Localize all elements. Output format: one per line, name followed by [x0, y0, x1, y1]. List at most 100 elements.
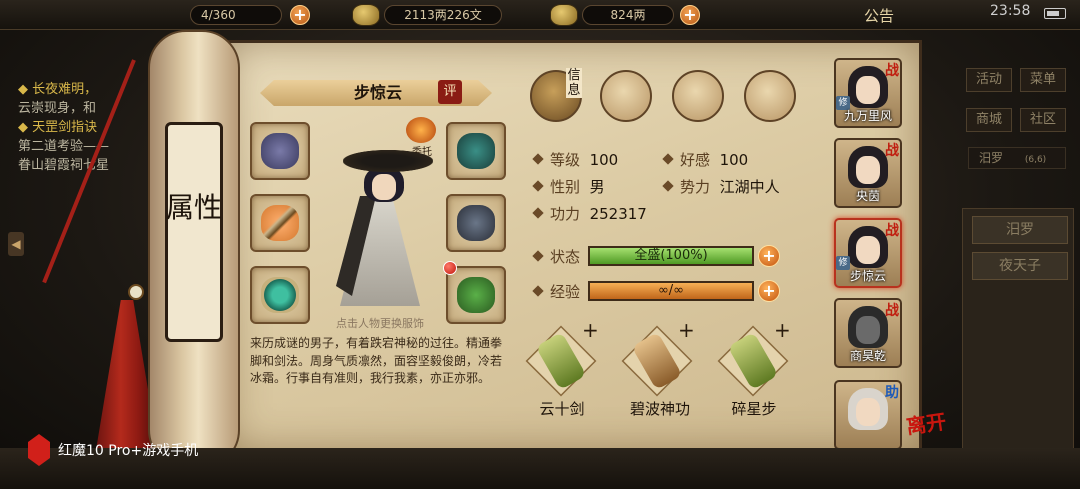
power-value: 252317	[589, 205, 647, 223]
hero-tag: 战	[885, 223, 899, 239]
diamond-icon	[532, 153, 544, 165]
money-display: 2113两226文	[384, 5, 502, 25]
game-screen: 4/360 + 2113两226文 824两 + 公告 23:58 ◆ 长夜难明…	[0, 0, 1080, 489]
favor-label: 好感	[680, 151, 711, 169]
activity-button[interactable]: 活动	[966, 68, 1012, 92]
location-display: 汨罗 (6,6)	[968, 147, 1066, 169]
status-text: 全盛(100%)	[634, 248, 708, 263]
level-value: 100	[589, 151, 619, 169]
collapse-left-icon[interactable]: ◀	[8, 232, 24, 256]
roster-hero-5[interactable]: 助	[834, 380, 902, 450]
roster-hero-3[interactable]: 战 修 步惊云	[834, 218, 902, 288]
exp-label-row: 经验	[532, 281, 580, 302]
level-row: 等级 100	[532, 150, 619, 170]
delegate-icon[interactable]	[406, 117, 436, 143]
equip-slot-armor[interactable]	[446, 194, 506, 252]
shop-button[interactable]: 商城	[966, 108, 1012, 132]
exp-text: ∞/∞	[657, 283, 685, 298]
hero-tag: 战	[885, 143, 899, 159]
top-resource-bar: 4/360 + 2113两226文 824两 + 公告 23:58	[0, 0, 1080, 30]
skill-plus-icon[interactable]: +	[774, 318, 791, 342]
skill-plus-icon[interactable]: +	[582, 318, 599, 342]
scroll-book-icon[interactable]	[600, 70, 652, 122]
helmet-icon	[457, 133, 495, 169]
leave-button[interactable]: 离开	[904, 405, 948, 439]
capacity-display: 4/360	[190, 5, 282, 25]
community-button[interactable]: 社区	[1020, 108, 1066, 132]
meridian-body-icon[interactable]	[744, 70, 796, 122]
character-face	[372, 174, 396, 200]
hero-tag: 战	[885, 63, 899, 79]
evaluate-button[interactable]: 评	[438, 80, 462, 104]
character-hat	[343, 150, 433, 172]
copper-coin-icon	[352, 4, 380, 26]
change-outfit-hint: 点击人物更换服饰	[336, 317, 424, 330]
gauntlet-icon	[261, 133, 299, 169]
notice-button[interactable]: 公告	[864, 5, 894, 26]
skill-scroll-icon	[631, 331, 683, 391]
skill-scroll-icon	[727, 331, 779, 391]
exp-bar: ∞/∞	[588, 281, 754, 301]
status-label: 状态	[550, 248, 581, 266]
equip-slot-gloves[interactable]	[250, 122, 310, 180]
favor-row: 好感 100	[662, 150, 749, 170]
location-tab-2[interactable]: 夜天子	[972, 252, 1068, 280]
armor-icon	[457, 205, 495, 241]
skill-name: 碎星步	[731, 400, 777, 418]
level-label: 等级	[550, 151, 581, 169]
diamond-icon	[662, 153, 674, 165]
hero-name: 央茵	[855, 189, 880, 203]
diamond-icon	[662, 180, 674, 192]
battery-icon	[1044, 8, 1066, 19]
faction-label: 势力	[680, 178, 711, 196]
diamond-icon	[532, 180, 544, 192]
power-row: 功力 252317	[532, 204, 647, 224]
hero-face	[856, 316, 880, 344]
hero-name: 商昊乾	[849, 349, 886, 363]
device-watermark: 红魔10 Pro+游戏手机	[58, 443, 199, 459]
power-label: 功力	[550, 205, 581, 223]
skill-plus-icon[interactable]: +	[678, 318, 695, 342]
diamond-icon	[532, 207, 544, 219]
equip-slot-hat[interactable]	[446, 122, 506, 180]
status-bar: 全盛(100%)	[588, 246, 754, 266]
skill-scroll-icon	[535, 331, 587, 391]
tassel-knot	[128, 284, 144, 300]
quest-line: ◆ 长夜难明，	[18, 82, 98, 97]
location-coord: (6,6)	[1024, 155, 1047, 165]
sword-icon	[261, 205, 299, 241]
panel-title: 属性	[165, 191, 222, 224]
favor-value: 100	[719, 151, 749, 169]
quest-line: 云崇现身，和	[18, 101, 97, 116]
gender-label: 性别	[550, 178, 581, 196]
roster-hero-2[interactable]: 战 央茵	[834, 138, 902, 208]
hero-name: 步惊云	[849, 269, 886, 283]
hero-face	[856, 76, 880, 104]
gold-display: 824两	[582, 5, 674, 25]
menu-button[interactable]: 菜单	[1020, 68, 1066, 92]
hero-tag: 助	[885, 385, 899, 401]
hero-face	[856, 398, 880, 426]
skill-name: 云十剑	[539, 400, 585, 418]
hero-name: 九万里风	[843, 109, 892, 123]
info-tab-label: 信息	[566, 68, 582, 98]
quest-line: ◆ 天罡剑指诀	[18, 120, 98, 135]
gender-row: 性别 男	[532, 177, 605, 197]
location-tab-1[interactable]: 汨罗	[972, 216, 1068, 244]
roster-hero-4[interactable]: 战 商昊乾	[834, 298, 902, 368]
gold-plus-button[interactable]: +	[680, 5, 700, 25]
jade-ring-icon	[261, 277, 299, 313]
equip-slot-weapon[interactable]	[250, 194, 310, 252]
character-description: 来历成谜的男子，有着跌宕神秘的过往。精通拳脚和剑法。周身气质凛然，面容坚毅俊朗，…	[250, 336, 503, 385]
gender-value: 男	[589, 178, 605, 196]
status-clock: 23:58	[990, 3, 1031, 19]
exp-plus-button[interactable]: +	[758, 280, 780, 302]
faction-value: 江湖中人	[719, 178, 780, 196]
capacity-plus-button[interactable]: +	[290, 5, 310, 25]
roster-hero-1[interactable]: 战 修 九万里风	[834, 58, 902, 128]
gold-ingot-icon	[550, 4, 578, 26]
hero-face	[856, 156, 880, 184]
status-plus-button[interactable]: +	[758, 245, 780, 267]
bagua-icon[interactable]	[672, 70, 724, 122]
skill-name: 碧波神功	[629, 400, 690, 418]
